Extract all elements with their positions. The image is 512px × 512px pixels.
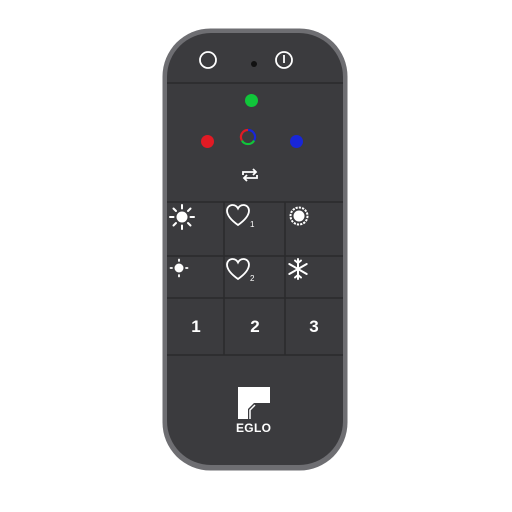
- favorite-1-badge: 1: [250, 220, 255, 229]
- blue-button[interactable]: [283, 128, 309, 154]
- brightness-down-icon: [169, 258, 189, 278]
- brightness-down-button[interactable]: [168, 257, 224, 298]
- green-light-icon: [244, 93, 258, 107]
- brightness-up-button[interactable]: [168, 203, 224, 256]
- blue-light-icon: [289, 134, 303, 148]
- ir-sensor: [251, 61, 257, 67]
- warm-light-button[interactable]: [286, 203, 342, 256]
- key-3-button[interactable]: 3: [286, 299, 342, 355]
- brightness-up-icon: [169, 204, 195, 230]
- sun-ring-icon: [289, 206, 309, 226]
- rgb-cycle-icon: [239, 128, 257, 146]
- heart-icon: 2: [226, 258, 255, 283]
- rgb-cycle-button[interactable]: [239, 128, 265, 154]
- red-light-icon: [200, 134, 214, 148]
- cool-light-button[interactable]: [286, 257, 342, 298]
- power-off-icon: [199, 51, 217, 69]
- remote-control: 1 2 1 2 3 EGLO: [162, 28, 348, 471]
- repeat-icon: [242, 168, 258, 182]
- key-1-button[interactable]: 1: [168, 299, 224, 355]
- favorite-1-button[interactable]: 1: [225, 203, 285, 256]
- power-on-icon: [275, 51, 293, 69]
- snowflake-icon: [288, 258, 308, 280]
- favorite-2-badge: 2: [250, 274, 255, 283]
- key-2-button[interactable]: 2: [225, 299, 285, 355]
- green-button[interactable]: [238, 87, 264, 113]
- eglo-logo: [238, 387, 270, 419]
- red-button[interactable]: [194, 128, 220, 154]
- off-button[interactable]: [198, 50, 228, 78]
- favorite-2-button[interactable]: 2: [225, 257, 285, 298]
- heart-icon: 1: [226, 204, 255, 229]
- on-button[interactable]: [274, 50, 304, 78]
- brand-name: EGLO: [236, 421, 272, 435]
- repeat-button[interactable]: [240, 167, 266, 193]
